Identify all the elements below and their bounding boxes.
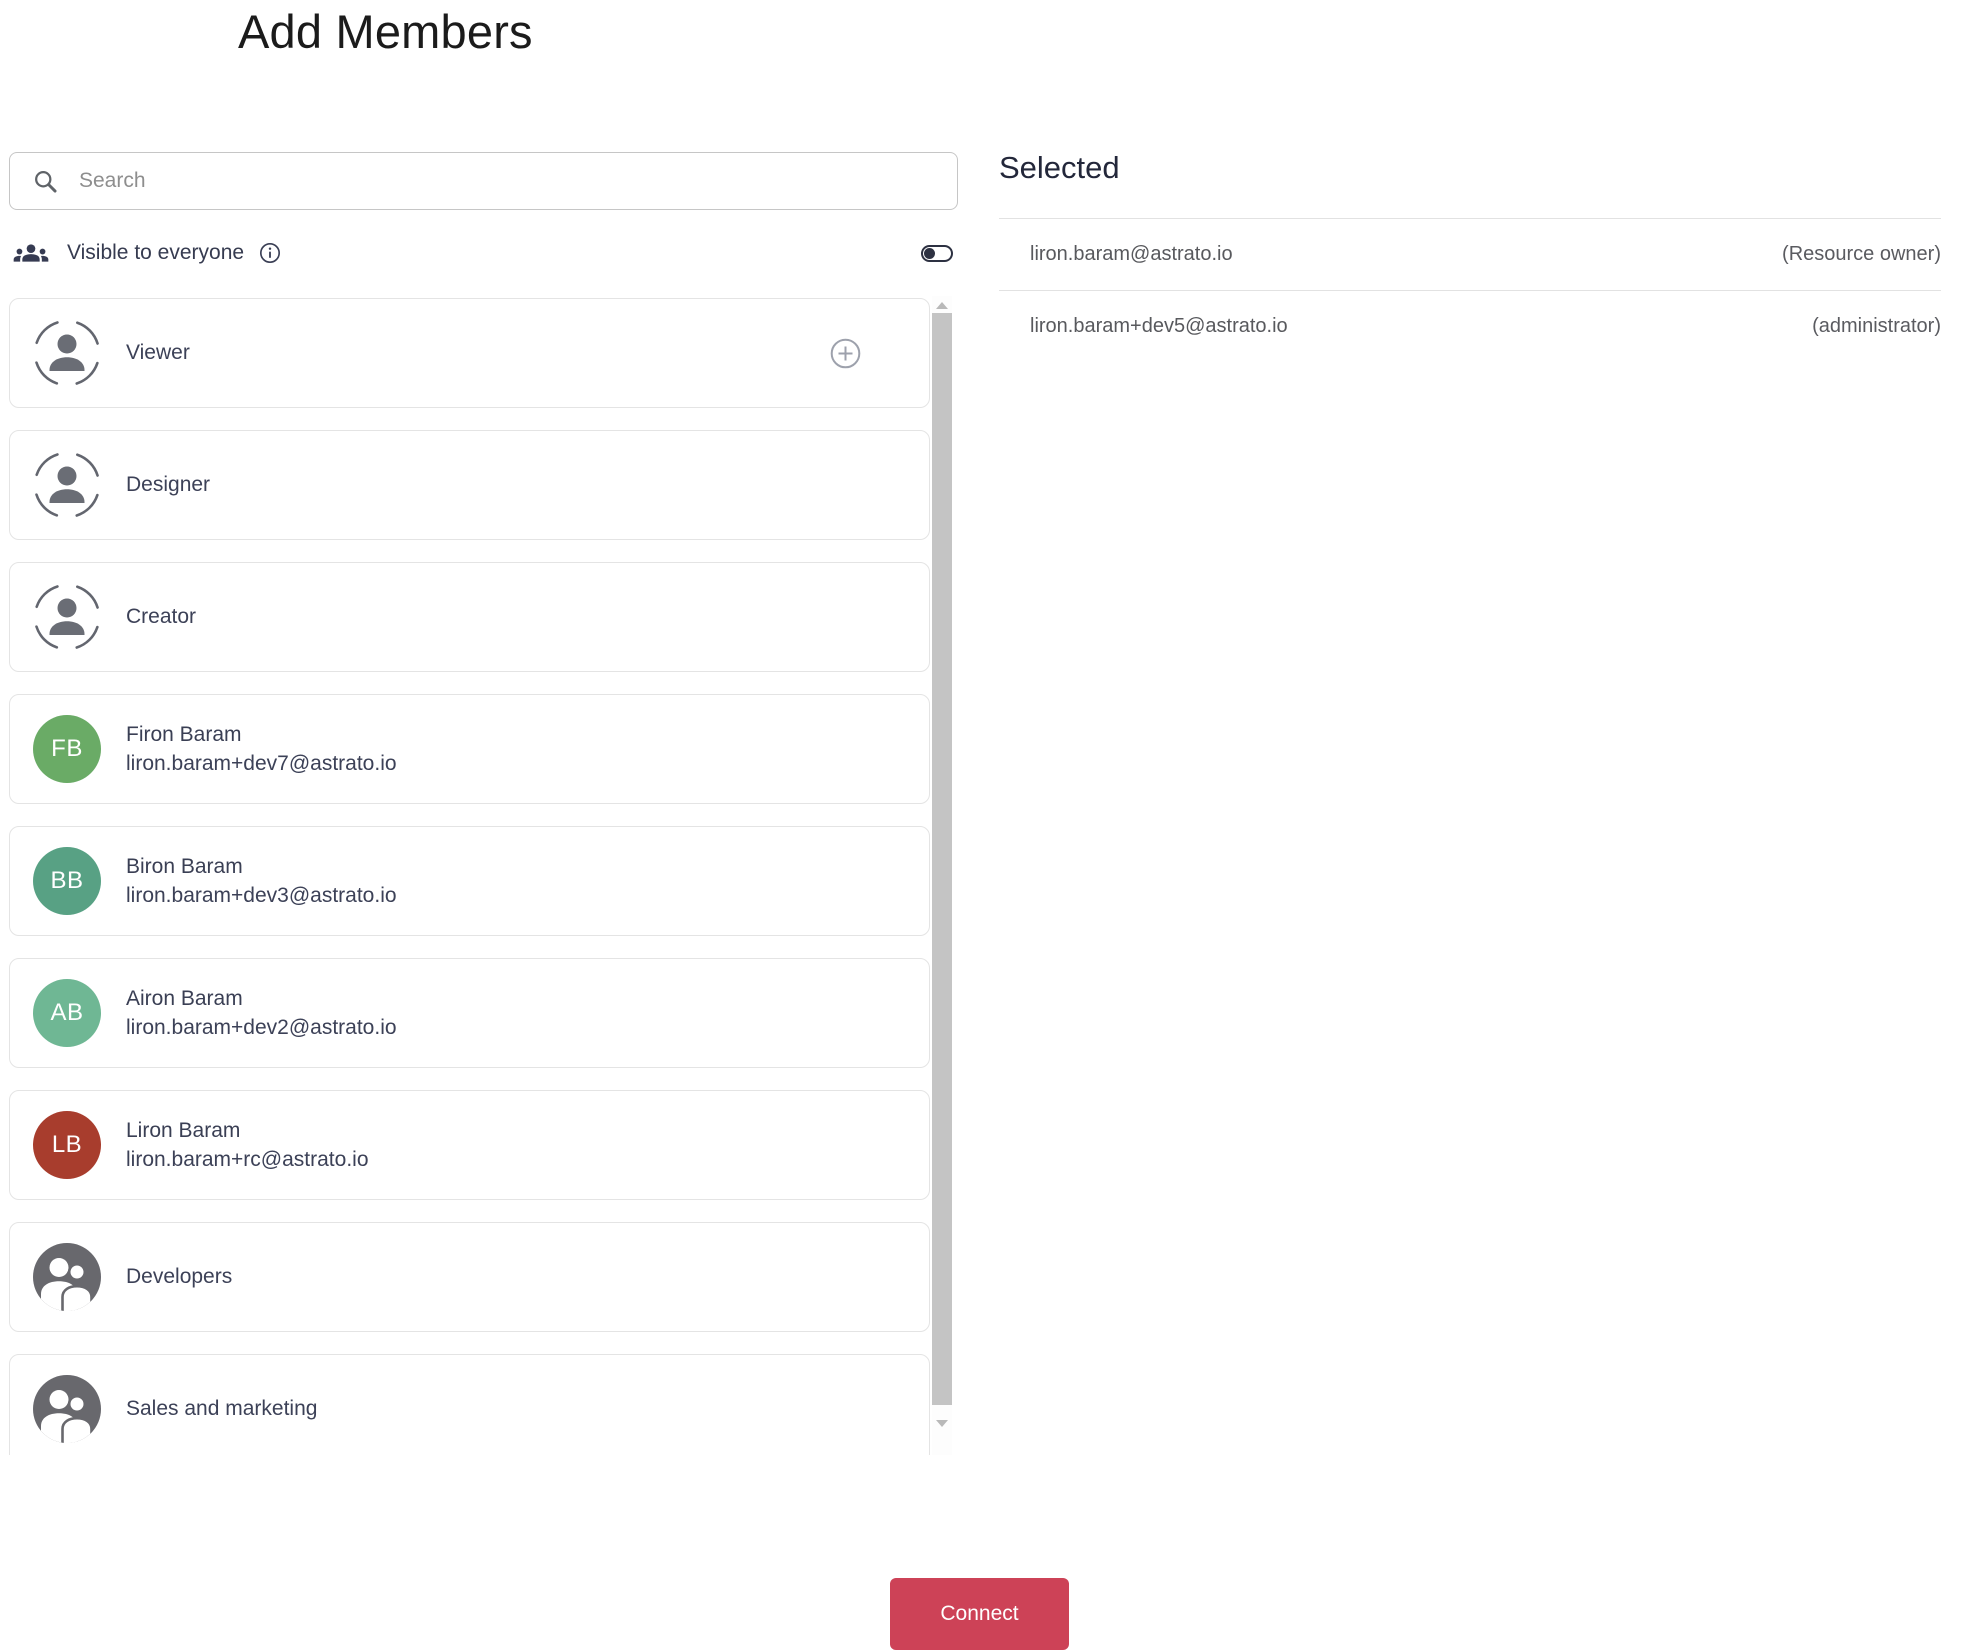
- list-item-label: Sales and marketing: [126, 1397, 318, 1420]
- user-email: liron.baram+dev3@astrato.io: [126, 883, 397, 907]
- search-icon: [35, 170, 57, 193]
- selected-email: liron.baram@astrato.io: [1030, 243, 1233, 265]
- list-item-user[interactable]: BB Biron Baram liron.baram+dev3@astrato.…: [9, 826, 930, 936]
- list-item-label: Viewer: [126, 341, 190, 364]
- user-email: liron.baram+dev7@astrato.io: [126, 751, 397, 775]
- visibility-label: Visible to everyone: [67, 241, 245, 264]
- group-avatar-icon: [33, 1375, 101, 1443]
- list-item-group[interactable]: Developers: [9, 1222, 930, 1332]
- user-avatar: FB: [33, 715, 101, 783]
- selected-role: (Resource owner): [1782, 243, 1941, 265]
- search-input[interactable]: [79, 169, 937, 193]
- user-name: Liron Baram: [126, 1118, 241, 1142]
- group-avatar-icon: [33, 1243, 101, 1311]
- scrollbar-thumb[interactable]: [932, 313, 952, 1405]
- role-avatar-icon: [32, 450, 102, 520]
- toggle-knob: [924, 247, 935, 259]
- user-email: liron.baram+dev2@astrato.io: [126, 1015, 397, 1039]
- selected-role: (administrator): [1812, 315, 1941, 337]
- scrollbar-up-arrow-icon[interactable]: [936, 302, 948, 309]
- scrollbar-down-arrow-icon[interactable]: [936, 1420, 948, 1427]
- user-name: Firon Baram: [126, 722, 242, 746]
- selected-item: liron.baram+dev5@astrato.io (administrat…: [999, 290, 1941, 362]
- search-box: [9, 152, 958, 210]
- page-title: Add Members: [238, 5, 533, 58]
- info-icon[interactable]: [259, 242, 281, 264]
- role-avatar-icon: [32, 582, 102, 652]
- list-item-role-creator[interactable]: Creator: [9, 562, 930, 672]
- selected-email: liron.baram+dev5@astrato.io: [1030, 315, 1288, 337]
- user-avatar: BB: [33, 847, 101, 915]
- groups-icon: [13, 244, 49, 262]
- list-item-group[interactable]: Sales and marketing: [9, 1354, 930, 1455]
- user-name: Biron Baram: [126, 854, 243, 878]
- selected-heading: Selected: [999, 150, 1120, 185]
- member-list: Viewer Designer Creator FB Firon Baram l…: [0, 296, 962, 1455]
- add-member-button[interactable]: [830, 338, 861, 369]
- user-avatar: AB: [33, 979, 101, 1047]
- list-item-user[interactable]: LB Liron Baram liron.baram+rc@astrato.io: [9, 1090, 930, 1200]
- visibility-toggle[interactable]: [921, 244, 953, 262]
- list-item-label: Developers: [126, 1265, 233, 1288]
- list-item-role-viewer[interactable]: Viewer: [9, 298, 930, 408]
- user-avatar: LB: [33, 1111, 101, 1179]
- list-item-user[interactable]: AB Airon Baram liron.baram+dev2@astrato.…: [9, 958, 930, 1068]
- list-item-label: Designer: [126, 473, 211, 496]
- list-item-label: Creator: [126, 605, 197, 628]
- list-item-role-designer[interactable]: Designer: [9, 430, 930, 540]
- role-avatar-icon: [32, 318, 102, 388]
- connect-button[interactable]: Connect: [890, 1578, 1069, 1650]
- visibility-row: Visible to everyone: [9, 231, 958, 275]
- user-name: Airon Baram: [126, 986, 243, 1010]
- list-item-user[interactable]: FB Firon Baram liron.baram+dev7@astrato.…: [9, 694, 930, 804]
- selected-list: liron.baram@astrato.io (Resource owner) …: [999, 218, 1941, 362]
- selected-item: liron.baram@astrato.io (Resource owner): [999, 218, 1941, 290]
- scrollbar[interactable]: [932, 296, 952, 1455]
- user-email: liron.baram+rc@astrato.io: [126, 1147, 369, 1171]
